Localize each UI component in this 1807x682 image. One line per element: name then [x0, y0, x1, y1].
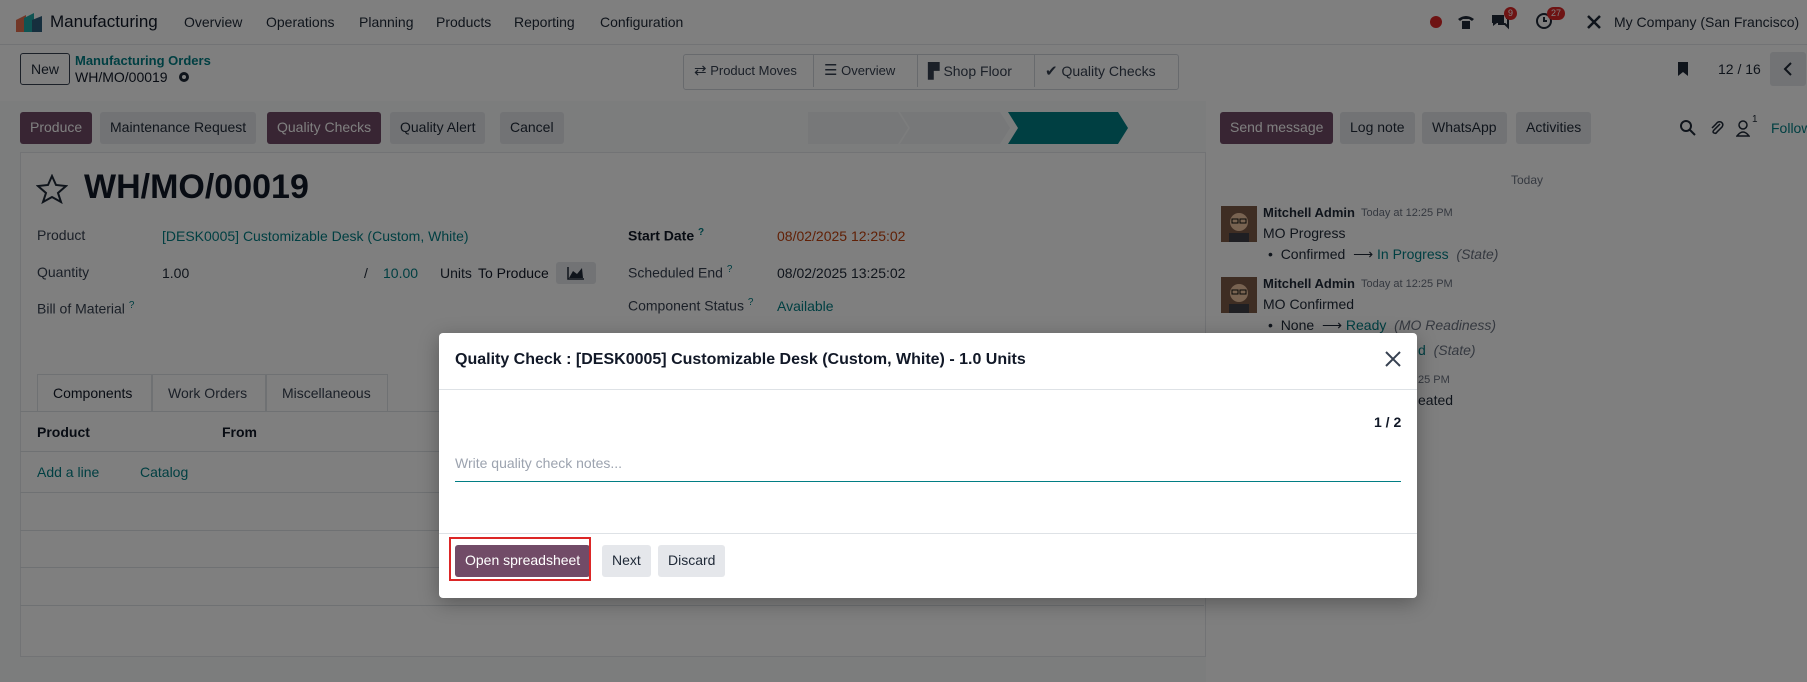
- quality-check-dialog: Quality Check : [DESK0005] Customizable …: [439, 333, 1417, 598]
- dialog-title: Quality Check : [DESK0005] Customizable …: [455, 351, 1026, 368]
- next-button[interactable]: Next: [602, 545, 651, 577]
- check-counter: 1 / 2: [1374, 414, 1402, 430]
- close-icon[interactable]: [1384, 350, 1402, 368]
- discard-button[interactable]: Discard: [658, 545, 726, 577]
- dialog-footer-divider: [439, 533, 1417, 534]
- dialog-header-divider: [439, 389, 1417, 390]
- highlight-box: [449, 537, 591, 581]
- quality-notes-input[interactable]: [455, 445, 1401, 482]
